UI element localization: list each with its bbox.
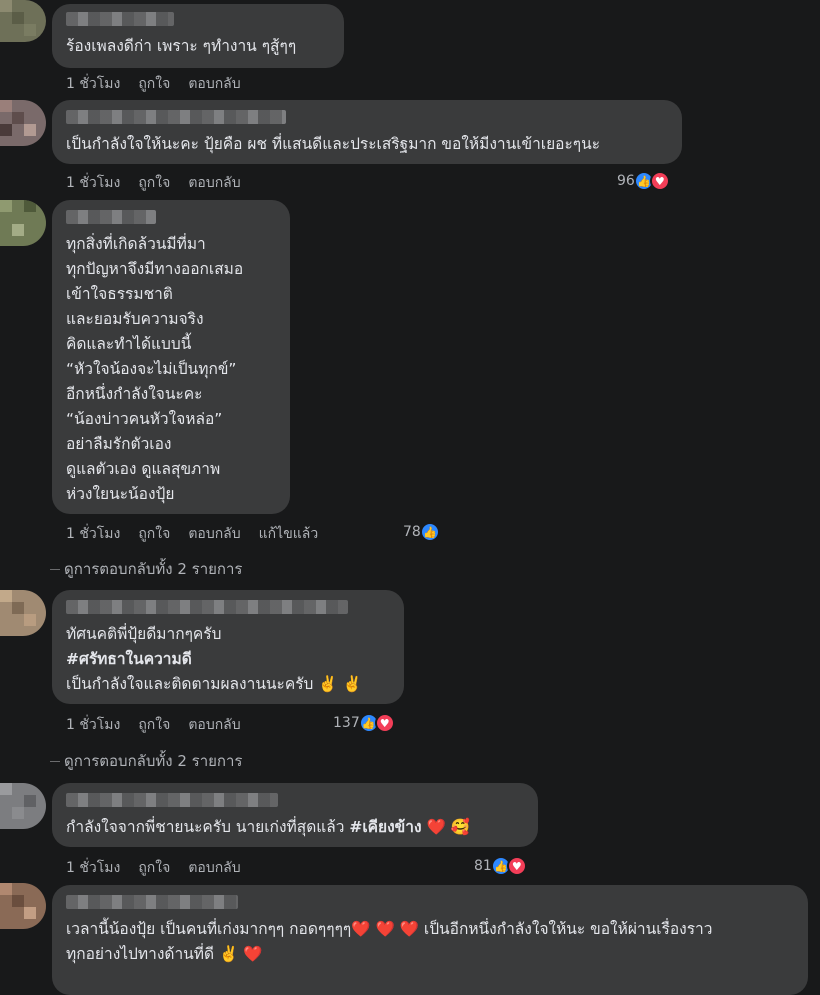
author-name-blurred[interactable] <box>66 600 348 614</box>
like-button[interactable]: ถูกใจ <box>138 714 170 736</box>
comment-bubble: ทัศนคติพี่ปุ้ยดีมากๆครับ #ศรัทธาในความดี… <box>52 590 404 704</box>
comment-bubble: เวลานี้น้องปุ้ย เป็นคนที่เก่งมากๆๆ กอดๆๆ… <box>52 885 808 995</box>
like-button[interactable]: ถูกใจ <box>138 523 170 545</box>
reaction-count: 96 <box>617 173 635 189</box>
reaction-summary[interactable]: 96 👍 ♥ <box>617 171 670 191</box>
comment-bubble: ร้องเพลงดีก่า เพราะ ๆทำงาน ๆสู้ๆๆ <box>52 4 344 68</box>
reaction-count: 78 <box>403 524 421 540</box>
avatar[interactable] <box>0 100 46 146</box>
like-button[interactable]: ถูกใจ <box>138 172 170 194</box>
comment-actions: 1 ชั่วโมง ถูกใจ ตอบกลับ <box>66 73 241 95</box>
view-replies-link[interactable]: ดูการตอบกลับทั้ง 2 รายการ <box>50 749 243 773</box>
comment-actions: 1 ชั่วโมง ถูกใจ ตอบกลับ แก้ไขแล้ว <box>66 523 318 545</box>
view-replies-label: ดูการตอบกลับทั้ง 2 รายการ <box>64 752 243 770</box>
reply-button[interactable]: ตอบกลับ <box>188 714 240 736</box>
comment-text: เวลานี้น้องปุ้ย เป็นคนที่เก่งมากๆๆ กอดๆๆ… <box>66 920 713 963</box>
comment-text-line: เป็นกำลังใจและติดตามผลงานนะครับ ✌️ ✌️ <box>66 675 362 693</box>
view-replies-label: ดูการตอบกลับทั้ง 2 รายการ <box>64 560 243 578</box>
comment-text: ทุกสิ่งที่เกิดล้วนมีที่มา ทุกปัญหาจึงมีท… <box>66 235 244 503</box>
reply-button[interactable]: ตอบกลับ <box>188 523 240 545</box>
love-reaction-icon: ♥ <box>374 713 395 733</box>
comment-bubble: ทุกสิ่งที่เกิดล้วนมีที่มา ทุกปัญหาจึงมีท… <box>52 200 290 514</box>
hashtag-link[interactable]: #ศรัทธาในความดี <box>66 650 192 668</box>
comment-actions: 1 ชั่วโมง ถูกใจ ตอบกลับ <box>66 172 241 194</box>
avatar[interactable] <box>0 783 46 829</box>
reaction-summary[interactable]: 137 👍 ♥ <box>333 713 395 733</box>
reply-button[interactable]: ตอบกลับ <box>188 857 240 879</box>
author-name-blurred[interactable] <box>66 110 286 124</box>
author-name-blurred[interactable] <box>66 210 156 224</box>
avatar[interactable] <box>0 590 46 636</box>
comment-text: กำลังใจจากพี่ชายนะครับ นายเก่งที่สุดแล้ว… <box>66 818 470 836</box>
comment-bubble: กำลังใจจากพี่ชายนะครับ นายเก่งที่สุดแล้ว… <box>52 783 538 847</box>
reply-button[interactable]: ตอบกลับ <box>188 172 240 194</box>
comment-time[interactable]: 1 ชั่วโมง <box>66 857 120 879</box>
avatar[interactable] <box>0 0 46 42</box>
reaction-count: 137 <box>333 715 360 731</box>
reaction-count: 81 <box>474 858 492 874</box>
comment-actions: 1 ชั่วโมง ถูกใจ ตอบกลับ <box>66 857 241 879</box>
reaction-summary[interactable]: 81 👍 ♥ <box>474 856 527 876</box>
comment-time[interactable]: 1 ชั่วโมง <box>66 73 120 95</box>
love-reaction-icon: ♥ <box>649 171 670 191</box>
thread-line <box>50 760 60 762</box>
author-name-blurred[interactable] <box>66 793 278 807</box>
like-button[interactable]: ถูกใจ <box>138 857 170 879</box>
comment-actions: 1 ชั่วโมง ถูกใจ ตอบกลับ <box>66 714 241 736</box>
reply-button[interactable]: ตอบกลับ <box>188 73 240 95</box>
comment-text-line: ทัศนคติพี่ปุ้ยดีมากๆครับ <box>66 625 222 643</box>
reaction-summary[interactable]: 78 👍 <box>403 522 440 542</box>
author-name-blurred[interactable] <box>66 12 174 26</box>
love-reaction-icon: ♥ <box>506 856 527 876</box>
avatar[interactable] <box>0 883 46 929</box>
like-reaction-icon: 👍 <box>419 522 440 542</box>
comment-time[interactable]: 1 ชั่วโมง <box>66 172 120 194</box>
comment-bubble: เป็นกำลังใจให้นะคะ ปุ้ยคือ ผช ที่แสนดีแล… <box>52 100 682 164</box>
hashtag-link[interactable]: #เคียงข้าง <box>349 818 421 836</box>
comment-text: ร้องเพลงดีก่า เพราะ ๆทำงาน ๆสู้ๆๆ <box>66 37 297 55</box>
edited-label: แก้ไขแล้ว <box>258 526 319 542</box>
like-button[interactable]: ถูกใจ <box>138 73 170 95</box>
view-replies-link[interactable]: ดูการตอบกลับทั้ง 2 รายการ <box>50 557 243 581</box>
comment-time[interactable]: 1 ชั่วโมง <box>66 523 120 545</box>
comment-time[interactable]: 1 ชั่วโมง <box>66 714 120 736</box>
thread-line <box>50 568 60 570</box>
comment-text: เป็นกำลังใจให้นะคะ ปุ้ยคือ ผช ที่แสนดีแล… <box>66 135 601 153</box>
avatar[interactable] <box>0 200 46 246</box>
author-name-blurred[interactable] <box>66 895 238 909</box>
